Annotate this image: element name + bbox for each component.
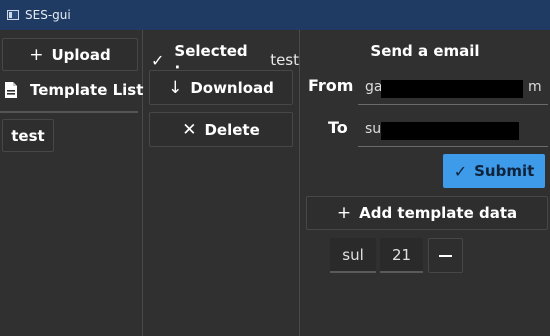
template-item-label: test [11,126,45,145]
field-underline [358,146,548,147]
submit-button-label: Submit [474,162,535,180]
from-value-end: m [528,79,542,95]
template-list-header: Template List [4,81,143,99]
app-window-icon [7,10,19,20]
send-email-panel: Send a email From ga m To su ✓ Submit + … [300,30,550,336]
to-value-start: su [365,121,382,137]
document-icon [5,82,17,98]
template-list-item[interactable]: test [2,119,54,152]
template-data-value-input[interactable]: 21 [380,238,423,273]
to-label: To [328,118,348,137]
check-icon: ✓ [151,50,165,70]
upload-button[interactable]: + Upload [2,38,138,71]
template-list-title: Template List [30,81,144,99]
minus-icon [439,254,452,257]
arrow-down-icon: ↓ [168,77,183,98]
template-data-value: 21 [391,245,412,264]
panel-heading: Send a email [370,42,480,60]
redacted-block [381,122,519,140]
template-data-key: sul [342,245,364,264]
delete-button[interactable]: ✕ Delete [149,112,293,147]
to-field[interactable]: su [358,112,548,148]
window-titlebar: SES-gui [0,0,550,30]
selected-value: test [270,51,299,69]
field-underline [358,104,548,105]
plus-icon: + [29,44,44,65]
redacted-block [381,80,523,98]
download-button[interactable]: ↓ Download [149,70,293,105]
template-actions: ✓ Selected : test ↓ Download ✕ Delete [143,30,299,336]
plus-icon: + [336,203,352,223]
from-value-start: ga [365,79,383,95]
from-label: From [308,76,354,95]
check-icon: ✓ [453,161,468,181]
submit-button[interactable]: ✓ Submit [443,154,545,188]
add-template-data-label: Add template data [359,204,518,222]
template-sidebar: + Upload Template List test [0,30,143,336]
download-button-label: Download [190,78,274,97]
from-field[interactable]: ga m [358,70,548,106]
template-list-separator [0,111,138,113]
remove-template-data-button[interactable] [428,238,463,273]
delete-button-label: Delete [204,120,260,139]
add-template-data-button[interactable]: + Add template data [306,196,548,230]
template-data-key-input[interactable]: sul [330,238,376,273]
upload-button-label: Upload [51,45,111,64]
close-icon: ✕ [182,119,197,140]
window-title: SES-gui [25,8,71,22]
